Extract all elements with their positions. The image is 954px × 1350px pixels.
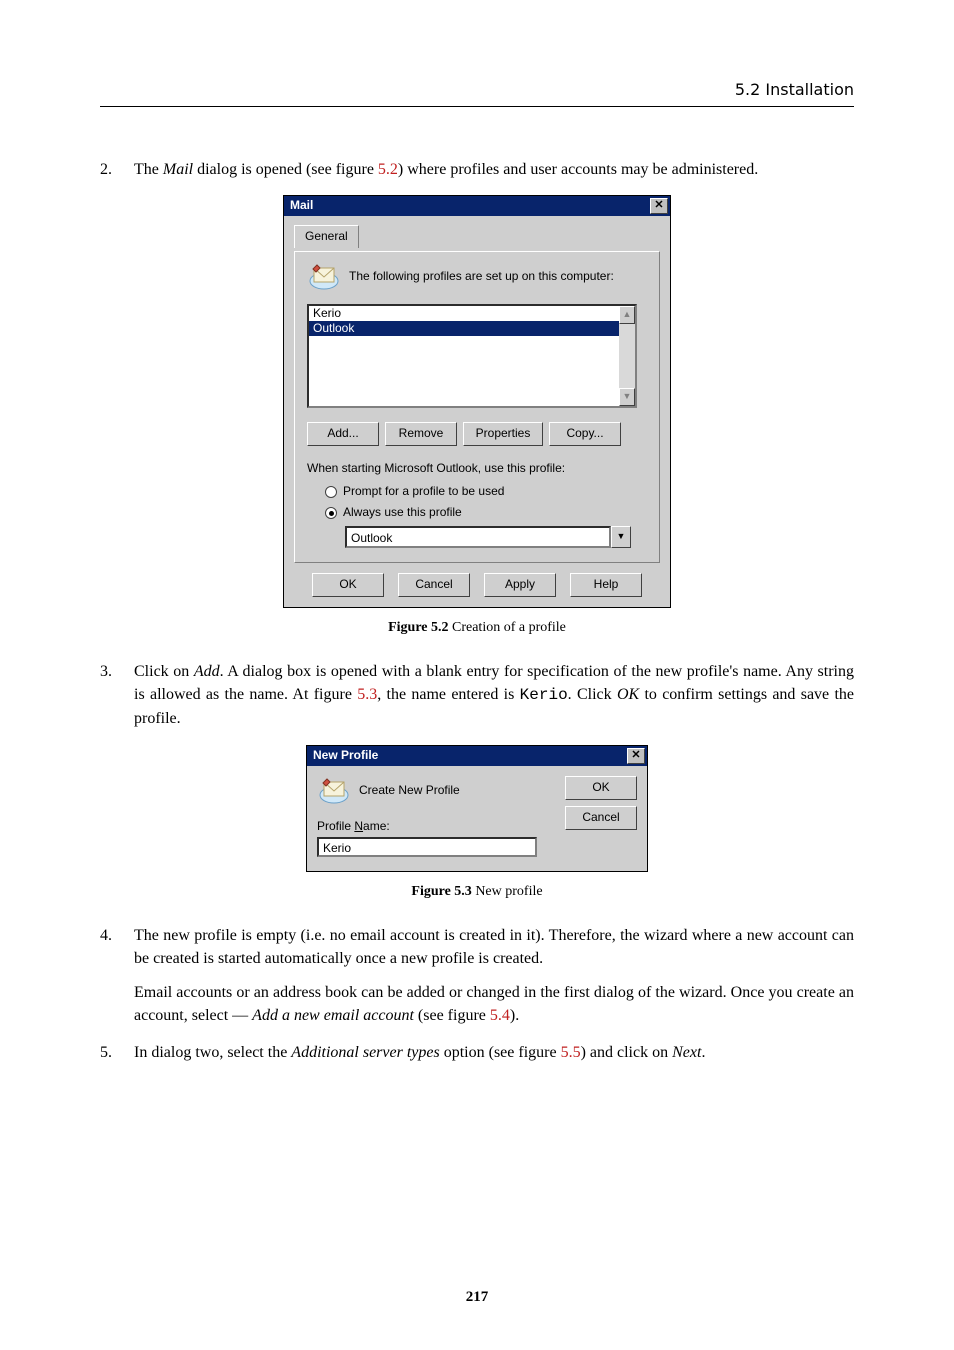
combo-value[interactable]: Outlook xyxy=(345,526,611,548)
figure-ref-5-3: 5.3 xyxy=(357,686,377,703)
list-item[interactable]: Outlook xyxy=(309,321,619,336)
caption-label: Figure 5.3 xyxy=(411,884,471,899)
radio-icon[interactable] xyxy=(325,486,337,498)
remove-button[interactable]: Remove xyxy=(385,422,457,446)
text: ) where profiles and user accounts may b… xyxy=(398,161,758,178)
title-bar: Mail ✕ xyxy=(284,196,670,216)
text: The new profile is empty (i.e. no email … xyxy=(134,924,854,970)
radio-label: Prompt for a profile to be used xyxy=(343,483,504,500)
profile-name-label: Profile Name: xyxy=(317,818,555,835)
add-new-email-account: Add a new email account xyxy=(252,1007,414,1024)
cancel-button[interactable]: Cancel xyxy=(565,806,637,830)
scroll-down-icon[interactable]: ▼ xyxy=(619,388,635,406)
list-item-4: 4. The new profile is empty (i.e. no ema… xyxy=(100,924,854,1027)
profiles-listbox[interactable]: Kerio Outlook ▲ ▼ xyxy=(307,304,637,408)
ok-word: OK xyxy=(617,686,639,703)
tab-panel: The following profiles are set up on thi… xyxy=(294,251,660,563)
text: ). xyxy=(510,1007,519,1024)
add-word: Add xyxy=(194,663,220,680)
close-icon[interactable]: ✕ xyxy=(650,198,668,214)
code-kerio: Kerio xyxy=(520,686,568,704)
list-item-3: 3. Click on Add. A dialog box is opened … xyxy=(100,660,854,731)
radio-always[interactable]: Always use this profile xyxy=(325,504,647,521)
mnemonic: N xyxy=(354,819,363,833)
scroll-up-icon[interactable]: ▲ xyxy=(619,306,635,324)
list-number: 2. xyxy=(100,158,134,181)
caption-label: Figure 5.2 xyxy=(388,620,448,635)
radio-icon[interactable] xyxy=(325,507,337,519)
add-button[interactable]: Add... xyxy=(307,422,379,446)
figure-ref-5-4: 5.4 xyxy=(490,1007,510,1024)
list-body: In dialog two, select the Additional ser… xyxy=(134,1041,854,1064)
scrollbar[interactable]: ▲ ▼ xyxy=(619,306,635,406)
dialog-title: Mail xyxy=(290,197,313,214)
mail-word: Mail xyxy=(163,161,193,178)
text: Click on xyxy=(134,663,194,680)
next-word: Next xyxy=(672,1044,701,1061)
close-icon[interactable]: ✕ xyxy=(627,748,645,764)
startup-profile-label: When starting Microsoft Outlook, use thi… xyxy=(307,460,647,477)
text: (see figure xyxy=(414,1007,490,1024)
ok-button[interactable]: OK xyxy=(312,573,384,597)
apply-button[interactable]: Apply xyxy=(484,573,556,597)
text: ame: xyxy=(363,819,390,833)
list-number: 3. xyxy=(100,660,134,731)
new-profile-dialog: New Profile ✕ Create N xyxy=(306,745,648,872)
radio-prompt[interactable]: Prompt for a profile to be used xyxy=(325,483,647,500)
cancel-button[interactable]: Cancel xyxy=(398,573,470,597)
radio-label: Always use this profile xyxy=(343,504,462,521)
text: dialog is opened (see figure xyxy=(193,161,378,178)
dialog-title: New Profile xyxy=(313,747,378,764)
header-rule xyxy=(100,106,854,107)
tab-general[interactable]: General xyxy=(294,225,359,247)
figure-5-2-caption: Figure 5.2 Creation of a profile xyxy=(100,618,854,638)
profile-icon xyxy=(317,776,351,806)
running-head: 5.2 Installation xyxy=(735,80,854,99)
profiles-description: The following profiles are set up on thi… xyxy=(349,268,614,285)
additional-server-types: Additional server types xyxy=(291,1044,439,1061)
list-number: 4. xyxy=(100,924,134,1027)
default-profile-combo[interactable]: Outlook ▼ xyxy=(345,526,631,548)
create-new-profile-label: Create New Profile xyxy=(359,782,460,799)
mail-dialog: Mail ✕ General xyxy=(283,195,671,608)
text: In dialog two, select the xyxy=(134,1044,291,1061)
page-content: 2. The Mail dialog is opened (see figure… xyxy=(100,158,854,1064)
list-number: 5. xyxy=(100,1041,134,1064)
text: option (see figure xyxy=(440,1044,561,1061)
help-button[interactable]: Help xyxy=(570,573,642,597)
figure-ref-5-5: 5.5 xyxy=(561,1044,581,1061)
ok-button[interactable]: OK xyxy=(565,776,637,800)
text: . xyxy=(701,1044,705,1061)
text: The xyxy=(134,161,163,178)
properties-button[interactable]: Properties xyxy=(463,422,543,446)
profiles-icon xyxy=(307,262,341,292)
caption-text: Creation of a profile xyxy=(449,620,566,635)
page-number: 217 xyxy=(0,1289,954,1306)
figure-ref-5-2: 5.2 xyxy=(378,161,398,178)
text: , the name entered is xyxy=(377,686,519,703)
text: . Click xyxy=(568,686,617,703)
text: Email accounts or an address book can be… xyxy=(134,981,854,1027)
list-item[interactable]: Kerio xyxy=(309,306,619,321)
text: Profile xyxy=(317,819,354,833)
copy-button[interactable]: Copy... xyxy=(549,422,621,446)
list-item-5: 5. In dialog two, select the Additional … xyxy=(100,1041,854,1064)
title-bar: New Profile ✕ xyxy=(307,746,647,766)
list-body: The Mail dialog is opened (see figure 5.… xyxy=(134,158,854,181)
caption-text: New profile xyxy=(472,884,543,899)
profile-name-input[interactable]: Kerio xyxy=(317,837,537,857)
list-body: The new profile is empty (i.e. no email … xyxy=(134,924,854,1027)
list-body: Click on Add. A dialog box is opened wit… xyxy=(134,660,854,731)
figure-5-3-caption: Figure 5.3 New profile xyxy=(100,882,854,902)
chevron-down-icon[interactable]: ▼ xyxy=(611,526,631,548)
text: ) and click on xyxy=(581,1044,673,1061)
list-item-2: 2. The Mail dialog is opened (see figure… xyxy=(100,158,854,181)
